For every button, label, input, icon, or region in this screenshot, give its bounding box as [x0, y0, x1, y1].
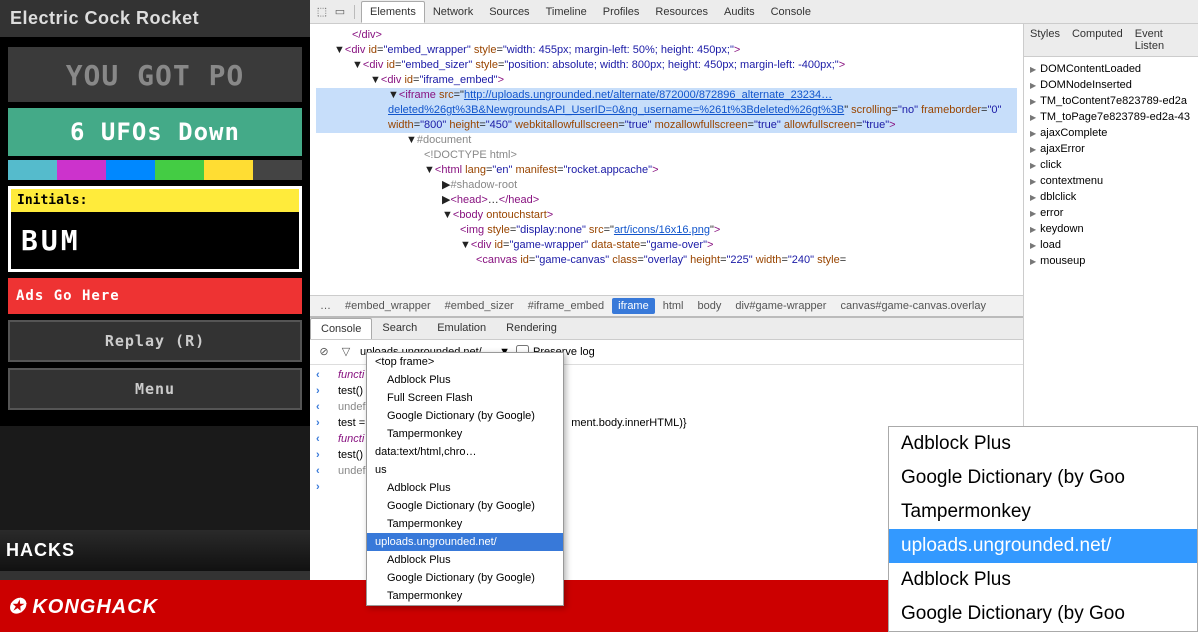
sidepanel-tab[interactable]: Styles	[1024, 24, 1066, 56]
crumb[interactable]: html	[657, 298, 690, 314]
breadcrumb[interactable]: …#embed_wrapper#embed_sizer#iframe_embed…	[310, 295, 1023, 316]
menu-button[interactable]: Menu	[8, 368, 302, 410]
ads-placeholder: Ads Go Here	[8, 278, 302, 314]
frame-option[interactable]: uploads.ungrounded.net/	[367, 533, 563, 551]
sidepanel-tab[interactable]: Event Listen	[1129, 24, 1198, 56]
event-listener-item[interactable]: load	[1026, 237, 1196, 253]
game-title: Electric Cock Rocket	[0, 0, 310, 37]
device-icon[interactable]: ▭	[332, 4, 348, 20]
filter-icon[interactable]: ▽	[338, 344, 354, 360]
drawer-tabs: ConsoleSearchEmulationRendering	[310, 318, 1023, 340]
dom-tree[interactable]: </div> ▼<div id="embed_wrapper" style="w…	[310, 24, 1023, 295]
crumb[interactable]: …	[314, 298, 337, 314]
frame-selector-dropdown[interactable]: <top frame>Adblock PlusFull Screen Flash…	[366, 352, 564, 606]
selected-dom-node[interactable]: ▼<iframe src="http://uploads.ungrounded.…	[316, 88, 1017, 133]
crumb[interactable]: iframe	[612, 298, 655, 314]
inspect-icon[interactable]: ⬚	[314, 4, 330, 20]
frame-option[interactable]: Google Dictionary (by Google)	[367, 407, 563, 425]
crumb[interactable]: div#game-wrapper	[729, 298, 832, 314]
drawer-tab-emulation[interactable]: Emulation	[427, 318, 496, 339]
event-listener-item[interactable]: TM_toContent7e823789-ed2a	[1026, 93, 1196, 109]
sidepanel-tab[interactable]: Computed	[1066, 24, 1129, 56]
devtools-tab-profiles[interactable]: Profiles	[595, 2, 648, 22]
frame-option[interactable]: Adblock Plus	[367, 479, 563, 497]
event-listener-item[interactable]: DOMNodeInserted	[1026, 77, 1196, 93]
initials-value: BUM	[21, 224, 81, 257]
event-listener-item[interactable]: keydown	[1026, 221, 1196, 237]
devtools-toolbar: ⬚ ▭ ElementsNetworkSourcesTimelineProfil…	[310, 0, 1198, 24]
devtools-tab-resources[interactable]: Resources	[647, 2, 716, 22]
event-listener-item[interactable]: contextmenu	[1026, 173, 1196, 189]
frame-option[interactable]: Full Screen Flash	[367, 389, 563, 407]
overlay-option[interactable]: Tampermonkey	[889, 495, 1197, 529]
crumb[interactable]: #iframe_embed	[522, 298, 610, 314]
color-strip	[8, 160, 302, 180]
overlay-option[interactable]: Adblock Plus	[889, 563, 1197, 597]
drawer-tab-console[interactable]: Console	[310, 318, 372, 339]
frame-option[interactable]: Tampermonkey	[367, 515, 563, 533]
crumb[interactable]: #embed_sizer	[439, 298, 520, 314]
frame-option[interactable]: Tampermonkey	[367, 587, 563, 605]
frame-option[interactable]: Adblock Plus	[367, 551, 563, 569]
hacks-section-header[interactable]: HACKS	[0, 530, 310, 571]
frame-option[interactable]: us	[367, 461, 563, 479]
crumb[interactable]: #embed_wrapper	[339, 298, 437, 314]
drawer-tab-search[interactable]: Search	[372, 318, 427, 339]
event-listeners-list[interactable]: DOMContentLoadedDOMNodeInsertedTM_toCont…	[1024, 57, 1198, 273]
event-listener-item[interactable]: DOMContentLoaded	[1026, 61, 1196, 77]
overlay-option[interactable]: uploads.ungrounded.net/	[889, 529, 1197, 563]
frame-option[interactable]: Tampermonkey	[367, 425, 563, 443]
crumb[interactable]: body	[692, 298, 728, 314]
clear-console-icon[interactable]: ⊘	[316, 344, 332, 360]
event-listener-item[interactable]: ajaxError	[1026, 141, 1196, 157]
overlay-option[interactable]: Google Dictionary (by Goo	[889, 461, 1197, 495]
overlay-option[interactable]: Google Dictionary (by Goo	[889, 597, 1197, 631]
devtools-tab-timeline[interactable]: Timeline	[538, 2, 595, 22]
frame-option[interactable]: Google Dictionary (by Google)	[367, 569, 563, 587]
initials-input[interactable]: BUM	[11, 212, 299, 269]
event-listener-item[interactable]: TM_toPage7e823789-ed2a-43	[1026, 109, 1196, 125]
devtools-tab-elements[interactable]: Elements	[361, 1, 425, 23]
devtools-tab-console[interactable]: Console	[763, 2, 819, 22]
devtools-tab-sources[interactable]: Sources	[481, 2, 537, 22]
devtools-tab-network[interactable]: Network	[425, 2, 481, 22]
event-listener-item[interactable]: dblclick	[1026, 189, 1196, 205]
frame-option[interactable]: Adblock Plus	[367, 371, 563, 389]
game-over-heading: YOU GOT PO	[8, 47, 302, 102]
event-listener-item[interactable]: error	[1026, 205, 1196, 221]
event-listener-item[interactable]: click	[1026, 157, 1196, 173]
event-listener-item[interactable]: mouseup	[1026, 253, 1196, 269]
event-listener-item[interactable]: ajaxComplete	[1026, 125, 1196, 141]
initials-block: Initials: BUM	[8, 186, 302, 272]
overlay-option[interactable]: Adblock Plus	[889, 427, 1197, 461]
frame-option[interactable]: <top frame>	[367, 353, 563, 371]
game-panel: Electric Cock Rocket YOU GOT PO 6 UFOs D…	[0, 0, 310, 530]
initials-label: Initials:	[17, 193, 293, 208]
devtools-tab-audits[interactable]: Audits	[716, 2, 763, 22]
drawer-tab-rendering[interactable]: Rendering	[496, 318, 567, 339]
frame-option[interactable]: data:text/html,chro…	[367, 443, 563, 461]
overlay-popup[interactable]: Adblock PlusGoogle Dictionary (by GooTam…	[888, 426, 1198, 632]
frame-option[interactable]: Google Dictionary (by Google)	[367, 497, 563, 515]
ufos-score: 6 UFOs Down	[8, 108, 302, 156]
crumb[interactable]: canvas#game-canvas.overlay	[834, 298, 992, 314]
game-screen: YOU GOT PO 6 UFOs Down Initials: BUM Ads…	[0, 37, 310, 426]
replay-button[interactable]: Replay (R)	[8, 320, 302, 362]
